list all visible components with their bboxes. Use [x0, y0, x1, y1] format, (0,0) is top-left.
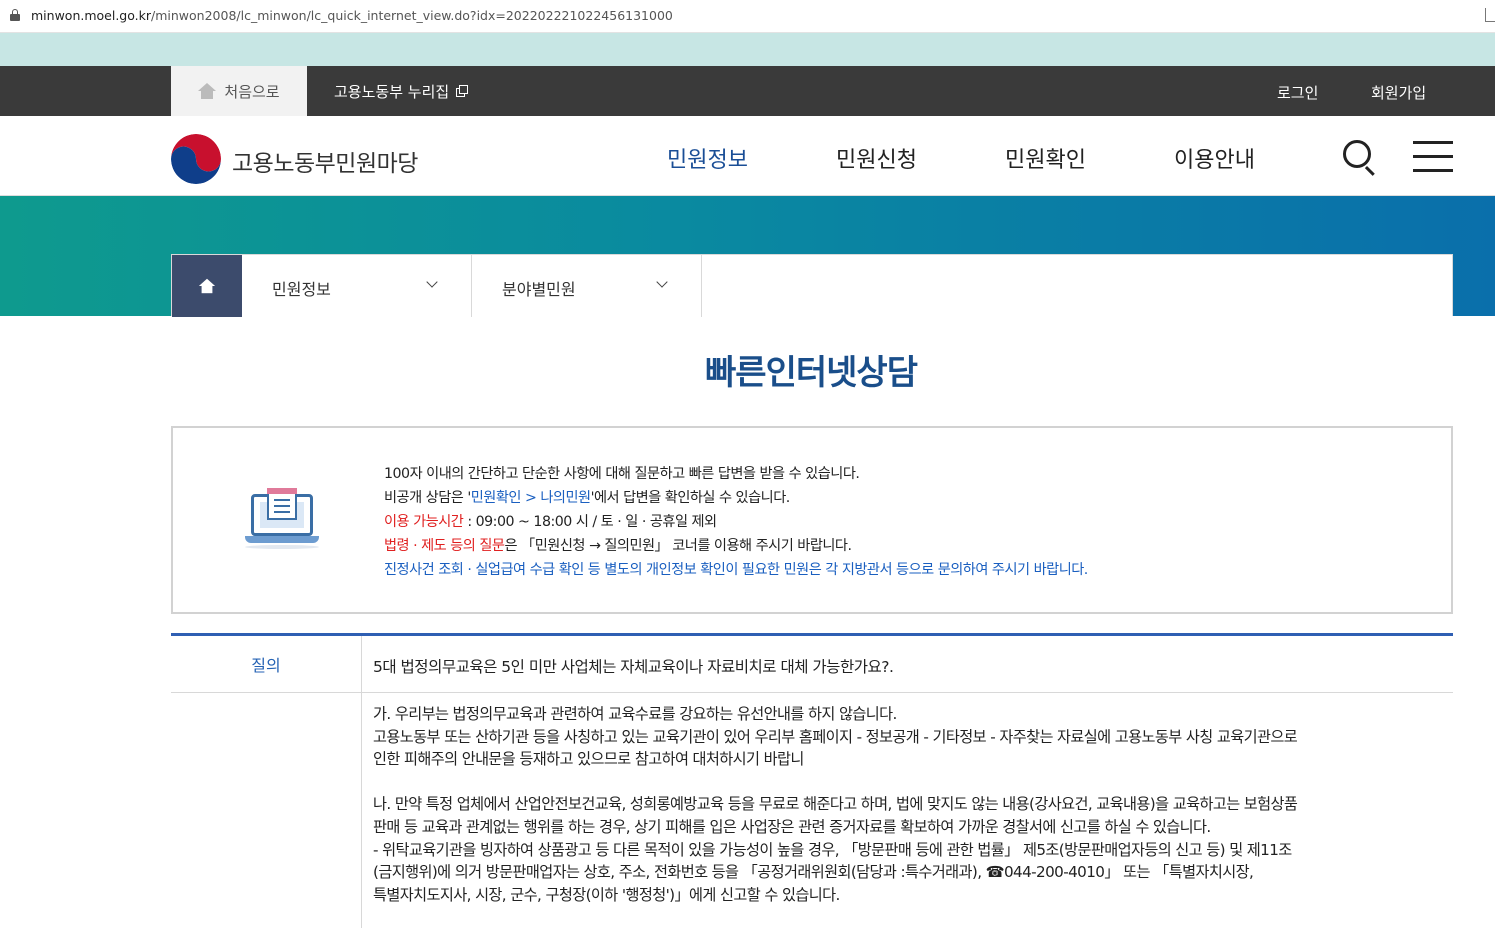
external-link-icon — [456, 85, 469, 97]
nav-minwon-check[interactable]: 민원확인 — [1005, 142, 1086, 174]
answer-line: 특별자치도지사, 시장, 군수, 구청장(이하 '행정청')」에게 신고할 수 … — [373, 885, 840, 904]
page-title: 빠른인터넷상담 — [705, 353, 918, 393]
site-logo-text[interactable]: 고용노동부민원마당 — [232, 144, 418, 178]
browser-band — [0, 33, 1495, 66]
browser-address-bar[interactable]: minwon.moel.go.kr/minwon2008/lc_minwon/l… — [0, 0, 1495, 33]
breadcrumb-level1-label: 민원정보 — [272, 280, 331, 299]
breadcrumb: 민원정보 분야별민원 — [171, 254, 1453, 317]
breadcrumb-level1-dropdown[interactable]: 민원정보 — [242, 255, 472, 317]
info-box: 100자 이내의 간단하고 단순한 사항에 대해 질문하고 빠른 답변을 받을 … — [171, 426, 1453, 614]
answer-row: 가. 우리부는 법정의무교육과 관련하여 교육수료를 강요하는 유선안내를 하지… — [171, 693, 1453, 928]
computer-consultation-icon — [245, 488, 321, 552]
answer-label — [171, 693, 362, 928]
answer-line: 고용노동부 또는 산하기관 등을 사칭하고 있는 교육기관이 있어 우리부 홈페… — [373, 727, 1298, 746]
answer-line: 판매 등 교육과 관계없는 행위를 하는 경우, 상기 피해를 입은 사업장은 … — [373, 817, 1211, 836]
answer-text: 가. 우리부는 법정의무교육과 관련하여 교육수료를 강요하는 유선안내를 하지… — [373, 703, 1443, 906]
site-header: 고용노동부민원마당 민원정보 민원신청 민원확인 이용안내 — [0, 116, 1495, 196]
chevron-down-icon — [426, 276, 438, 288]
home-icon — [198, 278, 216, 294]
nuri-link[interactable]: 고용노동부 누리집 — [334, 66, 469, 116]
breadcrumb-home-button[interactable] — [172, 255, 242, 317]
login-link[interactable]: 로그인 — [1277, 82, 1318, 103]
info-line-3: 이용 가능시간 : 09:00 ~ 18:00 시 / 토 · 일 · 공휴일 … — [384, 514, 717, 530]
home-tab[interactable]: 처음으로 — [171, 66, 307, 116]
qna-table: 질의 5대 법정의무교육은 5인 미만 사업체는 자체교육이나 자료비치로 대체… — [171, 633, 1453, 928]
info-line-4: 법령 · 제도 등의 질문은 「민원신청 → 질의민원」 코너를 이용해 주시기… — [384, 538, 852, 554]
breadcrumb-level2-label: 분야별민원 — [502, 280, 576, 299]
answer-line: 가. 우리부는 법정의무교육과 관련하여 교육수료를 강요하는 유선안내를 하지… — [373, 705, 897, 723]
government-logo[interactable] — [171, 134, 221, 184]
nuri-link-label: 고용노동부 누리집 — [334, 82, 450, 101]
home-icon — [198, 83, 217, 99]
answer-line: 나. 만약 특정 업체에서 산업안전보건교육, 성희롱예방교육 등을 무료로 해… — [373, 795, 1298, 814]
home-tab-label: 처음으로 — [224, 82, 280, 101]
my-minwon-link[interactable]: 민원확인 > 나의민원 — [471, 490, 591, 506]
hamburger-menu-icon[interactable] — [1413, 141, 1453, 173]
answer-line: 인한 피해주의 안내문을 등재하고 있으므로 참고하여 대처하시기 바랍니 — [373, 750, 804, 769]
top-utility-bar: 처음으로 고용노동부 누리집 로그인 회원가입 — [0, 66, 1495, 116]
url-text[interactable]: minwon.moel.go.kr/minwon2008/lc_minwon/l… — [31, 8, 673, 23]
search-icon[interactable] — [1343, 140, 1377, 176]
info-line-2: 비공개 상담은 '민원확인 > 나의민원'에서 답변을 확인하실 수 있습니다. — [384, 490, 790, 506]
question-label: 질의 — [171, 636, 362, 692]
lock-icon — [10, 9, 20, 21]
nav-minwon-apply[interactable]: 민원신청 — [836, 142, 917, 174]
answer-line — [373, 771, 1443, 794]
info-line-5: 진정사건 조회 · 실업급여 수급 확인 등 별도의 개인정보 확인이 필요한 … — [384, 562, 1088, 578]
nav-minwon-info[interactable]: 민원정보 — [667, 142, 748, 174]
answer-line: - 위탁교육기관을 빙자하여 상품광고 등 다른 목적이 있을 가능성이 높을 … — [373, 840, 1292, 859]
nav-guide[interactable]: 이용안내 — [1174, 142, 1255, 174]
info-text: 100자 이내의 간단하고 단순한 사항에 대해 질문하고 빠른 답변을 받을 … — [384, 462, 1088, 582]
share-icon[interactable] — [1485, 8, 1495, 22]
question-row: 질의 5대 법정의무교육은 5인 미만 사업체는 자체교육이나 자료비치로 대체… — [171, 636, 1453, 693]
breadcrumb-level2-dropdown[interactable]: 분야별민원 — [472, 255, 702, 317]
answer-line: (금지행위)에 의거 방문판매업자는 상호, 주소, 전화번호 등을 「공정거래… — [373, 863, 1254, 882]
join-link[interactable]: 회원가입 — [1371, 82, 1426, 103]
chevron-down-icon — [656, 276, 668, 288]
question-text: 5대 법정의무교육은 5인 미만 사업체는 자체교육이나 자료비치로 대체 가능… — [373, 658, 894, 676]
info-line-1: 100자 이내의 간단하고 단순한 사항에 대해 질문하고 빠른 답변을 받을 … — [384, 466, 860, 482]
